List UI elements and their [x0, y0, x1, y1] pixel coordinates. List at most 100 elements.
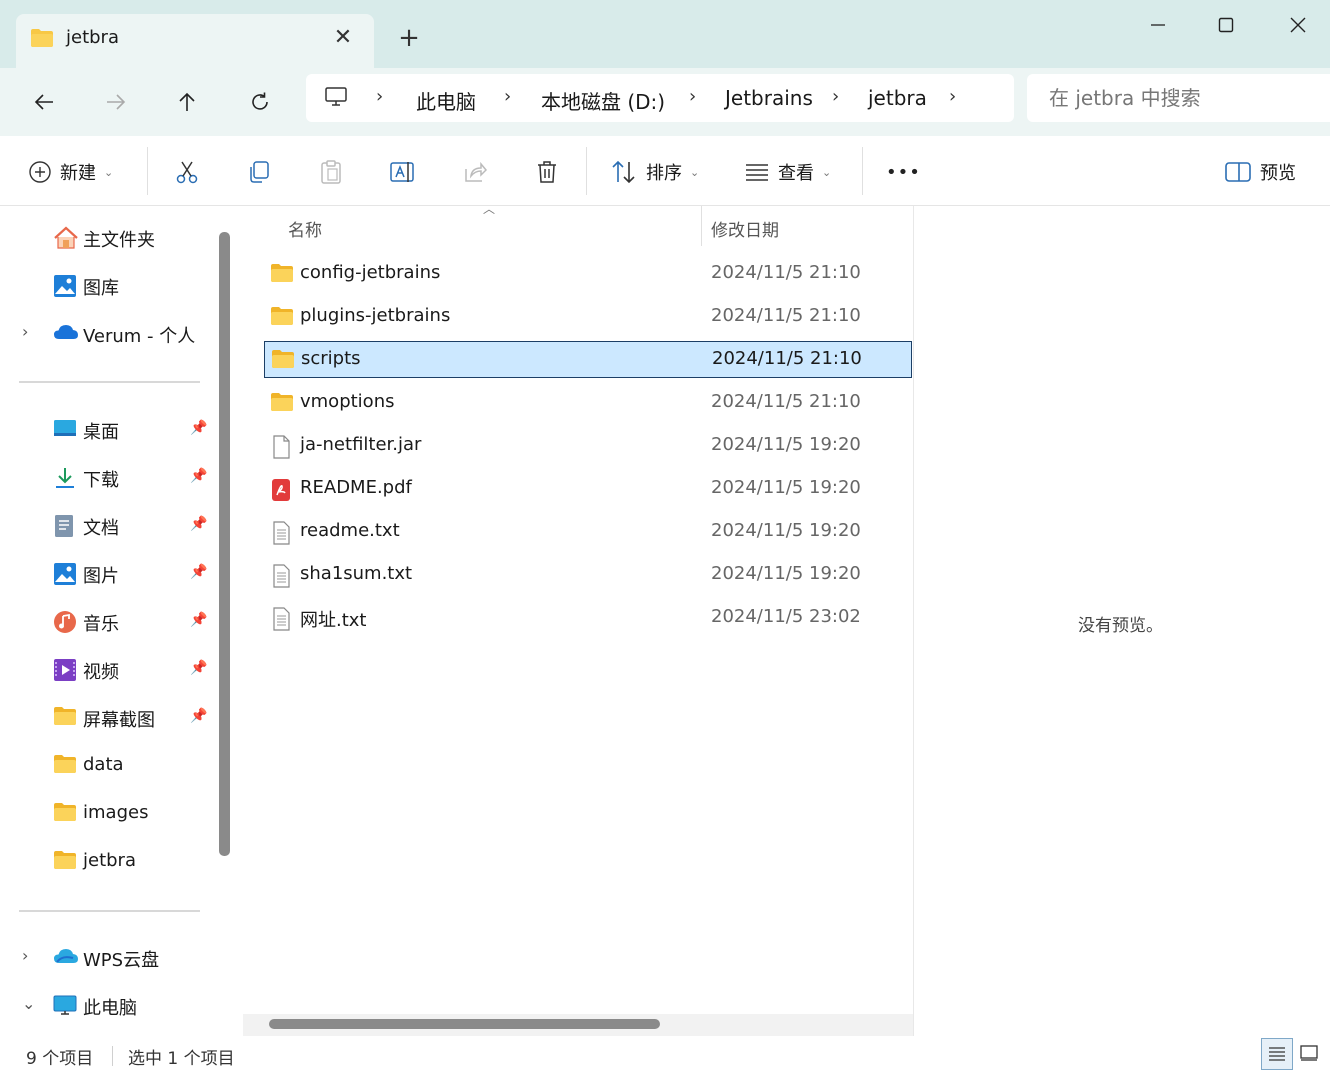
column-divider[interactable] — [701, 206, 702, 246]
sidebar-item-label: 主文件夹 — [83, 230, 155, 251]
video-icon — [53, 658, 77, 682]
chevron-down-icon[interactable]: ⌄ — [22, 994, 35, 1013]
pin-icon[interactable]: 📌 — [190, 708, 207, 724]
file-row-selected[interactable]: scripts 2024/11/5 21:10 — [264, 341, 912, 378]
file-row[interactable]: README.pdf 2024/11/5 19:20 — [264, 471, 912, 508]
sidebar-item-wps-cloud[interactable]: › WPS云盘 — [20, 936, 210, 980]
file-date: 2024/11/5 19:20 — [711, 520, 861, 541]
no-preview-text: 没有预览。 — [1078, 616, 1163, 636]
tab-label: jetbra — [66, 27, 119, 48]
sidebar-item-images[interactable]: images — [20, 792, 210, 836]
pictures-icon — [53, 562, 77, 586]
new-tab-button[interactable]: + — [393, 22, 425, 54]
sidebar-item-onedrive[interactable]: › Verum - 个人 — [20, 312, 210, 356]
pin-icon[interactable]: 📌 — [190, 564, 207, 580]
pin-icon[interactable]: 📌 — [190, 516, 207, 532]
this-pc-icon — [53, 994, 77, 1018]
breadcrumb-chevron-icon[interactable]: › — [689, 86, 696, 107]
more-options-button[interactable]: ••• — [886, 150, 921, 194]
sidebar-item-this-pc[interactable]: ⌄ 此电脑 — [20, 984, 210, 1028]
file-row[interactable]: readme.txt 2024/11/5 19:20 — [264, 514, 912, 551]
preview-pane-icon — [1225, 162, 1251, 182]
breadcrumb-chevron-icon[interactable]: › — [832, 86, 839, 107]
horizontal-scrollbar-thumb[interactable] — [269, 1019, 660, 1029]
file-row[interactable]: sha1sum.txt 2024/11/5 19:20 — [264, 557, 912, 594]
file-name: ja-netfilter.jar — [300, 434, 422, 455]
breadcrumb-jetbrains[interactable]: Jetbrains — [725, 86, 813, 110]
back-button[interactable] — [22, 80, 66, 124]
file-row[interactable]: ja-netfilter.jar 2024/11/5 19:20 — [264, 428, 912, 465]
tiles-view-icon — [1300, 1045, 1318, 1061]
text-file-icon — [270, 521, 294, 545]
sidebar-item-desktop[interactable]: 桌面 📌 — [20, 408, 210, 452]
file-row[interactable]: vmoptions 2024/11/5 21:10 — [264, 385, 912, 422]
file-name: vmoptions — [300, 391, 395, 412]
arrow-right-icon — [107, 94, 126, 110]
sidebar-item-downloads[interactable]: 下载 📌 — [20, 456, 210, 500]
pdf-file-icon — [270, 478, 294, 501]
file-date: 2024/11/5 23:02 — [711, 606, 861, 627]
column-header-modified[interactable]: 修改日期 — [711, 216, 779, 241]
file-row[interactable]: 网址.txt 2024/11/5 23:02 — [264, 600, 912, 637]
breadcrumb-chevron-icon[interactable]: › — [376, 86, 383, 107]
file-row[interactable]: config-jetbrains 2024/11/5 21:10 — [264, 256, 912, 293]
breadcrumb-this-pc[interactable]: 此电脑 — [416, 86, 476, 115]
copy-button[interactable] — [246, 150, 272, 194]
sidebar-item-documents[interactable]: 文档 📌 — [20, 504, 210, 548]
pin-icon[interactable]: 📌 — [190, 420, 207, 436]
details-view-button[interactable] — [1261, 1038, 1293, 1070]
close-window-button[interactable] — [1270, 8, 1326, 42]
search-input[interactable] — [1049, 84, 1319, 112]
sidebar-item-label: 此电脑 — [83, 998, 137, 1019]
sidebar-item-gallery[interactable]: 图库 — [20, 264, 210, 308]
new-button[interactable]: 新建 ⌄ — [28, 150, 113, 194]
chevron-right-icon[interactable]: › — [22, 322, 28, 341]
sidebar-item-music[interactable]: 音乐 📌 — [20, 600, 210, 644]
pin-icon[interactable]: 📌 — [190, 612, 207, 628]
chevron-right-icon[interactable]: › — [22, 946, 28, 965]
sidebar-item-jetbra[interactable]: jetbra — [20, 840, 210, 884]
sidebar-item-label: 屏幕截图 — [83, 710, 155, 731]
delete-button[interactable] — [534, 150, 560, 194]
sidebar-scrollbar[interactable] — [219, 232, 230, 856]
file-name: 网址.txt — [300, 610, 367, 631]
tiles-view-button[interactable] — [1296, 1040, 1322, 1066]
file-name: sha1sum.txt — [300, 563, 413, 584]
close-tab-icon[interactable]: ✕ — [329, 24, 357, 52]
plus-circle-icon — [29, 161, 51, 183]
pin-icon[interactable]: 📌 — [190, 660, 207, 676]
file-row[interactable]: plugins-jetbrains 2024/11/5 21:10 — [264, 299, 912, 336]
column-header-name[interactable]: 名称 — [288, 216, 322, 241]
paste-button[interactable] — [318, 150, 344, 194]
tab-jetbra[interactable]: jetbra ✕ — [16, 14, 374, 72]
breadcrumb-chevron-icon[interactable]: › — [949, 86, 956, 107]
toolbar-divider — [147, 147, 148, 195]
sort-button[interactable]: 排序 ⌄ — [610, 150, 699, 194]
share-button[interactable] — [462, 150, 488, 194]
pin-icon[interactable]: 📌 — [190, 468, 207, 484]
search-box[interactable] — [1027, 74, 1330, 122]
maximize-button[interactable] — [1198, 8, 1254, 42]
refresh-button[interactable] — [238, 80, 282, 124]
file-date: 2024/11/5 19:20 — [711, 434, 861, 455]
file-date: 2024/11/5 19:20 — [711, 477, 861, 498]
rename-button[interactable] — [389, 150, 417, 194]
cut-button[interactable] — [174, 150, 200, 194]
sidebar-item-screenshots[interactable]: 屏幕截图 📌 — [20, 696, 210, 740]
sidebar-item-pictures[interactable]: 图片 📌 — [20, 552, 210, 596]
address-bar[interactable]: › 此电脑 › 本地磁盘 (D:) › Jetbrains › jetbra › — [306, 74, 1014, 122]
home-icon — [53, 226, 78, 250]
sidebar-item-data[interactable]: data — [20, 744, 210, 788]
forward-button[interactable] — [94, 80, 138, 124]
share-icon — [465, 161, 488, 182]
breadcrumb-local-disk[interactable]: 本地磁盘 (D:) — [541, 86, 665, 115]
preview-pane-button[interactable]: 预览 — [1224, 150, 1296, 194]
view-button[interactable]: 查看 ⌄ — [744, 150, 831, 194]
breadcrumb-chevron-icon[interactable]: › — [504, 86, 511, 107]
breadcrumb-jetbra[interactable]: jetbra — [868, 86, 927, 110]
sidebar-item-videos[interactable]: 视频 📌 — [20, 648, 210, 692]
sidebar-item-home[interactable]: 主文件夹 — [20, 216, 210, 260]
minimize-button[interactable] — [1130, 8, 1186, 42]
wps-cloud-icon — [53, 946, 78, 970]
up-button[interactable] — [165, 80, 209, 124]
